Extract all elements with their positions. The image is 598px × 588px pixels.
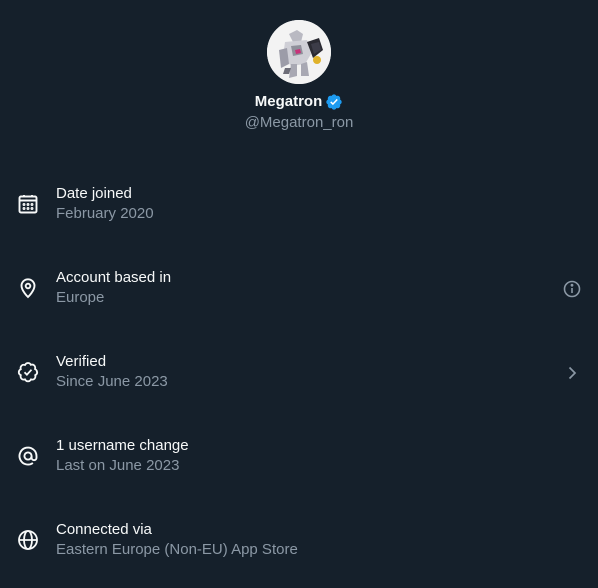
row-title: Connected via bbox=[56, 521, 152, 538]
row-title: 1 username change bbox=[56, 437, 189, 454]
verified-badge-icon bbox=[325, 93, 343, 111]
verified-seal-icon bbox=[16, 360, 40, 384]
chevron-right-icon[interactable] bbox=[562, 363, 582, 383]
name-row: Megatron bbox=[0, 92, 598, 112]
info-row-connected-via: Connected via Eastern Europe (Non-EU) Ap… bbox=[0, 504, 598, 588]
row-subtitle: Since June 2023 bbox=[56, 373, 168, 390]
row-title: Date joined bbox=[56, 185, 132, 202]
profile-header: Megatron @Megatron_ron bbox=[0, 0, 598, 140]
at-sign-icon bbox=[16, 444, 40, 468]
handle: @Megatron_ron bbox=[244, 114, 354, 131]
info-row-username-change: 1 username change Last on June 2023 bbox=[0, 420, 598, 504]
info-row-account-based-in: Account based in Europe bbox=[0, 252, 598, 336]
display-name[interactable]: Megatron bbox=[255, 92, 323, 112]
avatar[interactable] bbox=[267, 20, 331, 84]
row-title: Account based in bbox=[56, 269, 172, 286]
row-subtitle: Last on June 2023 bbox=[56, 457, 180, 474]
row-subtitle: Europe bbox=[56, 289, 105, 306]
globe-icon bbox=[16, 528, 40, 552]
location-pin-icon bbox=[16, 276, 40, 300]
info-icon[interactable] bbox=[562, 279, 582, 299]
row-subtitle: February 2020 bbox=[56, 205, 154, 222]
row-title: Verified bbox=[56, 353, 107, 370]
avatar-image bbox=[267, 20, 331, 84]
info-row-date-joined: Date joined February 2020 bbox=[0, 168, 598, 252]
row-subtitle: Eastern Europe (Non-EU) App Store bbox=[56, 541, 298, 558]
info-row-verified[interactable]: Verified Since June 2023 bbox=[0, 336, 598, 420]
calendar-icon bbox=[16, 192, 40, 216]
